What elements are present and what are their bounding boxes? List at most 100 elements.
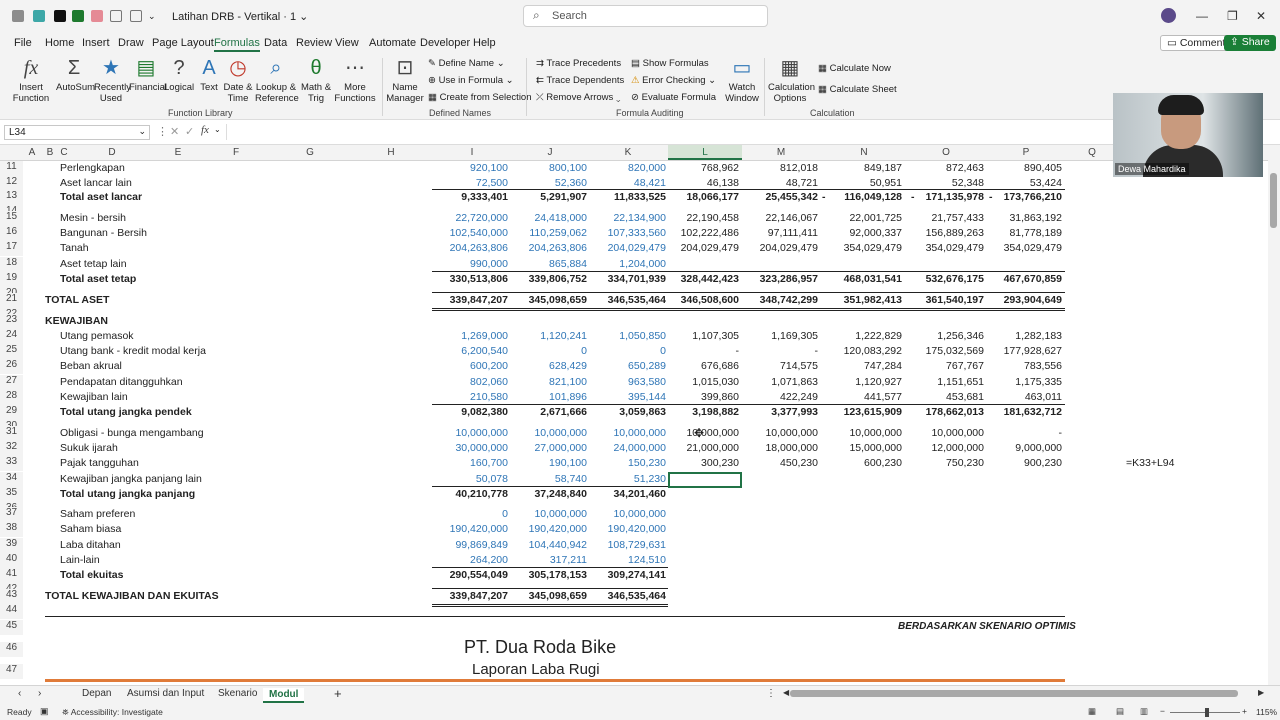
cell-j[interactable]: 1,120,241 [540, 330, 587, 342]
zoom-level[interactable]: 115% [1256, 707, 1277, 717]
cell-m[interactable]: 10,000,000 [765, 427, 818, 439]
row-label[interactable]: Pendapatan ditangguhkan [60, 376, 183, 388]
column-header[interactable]: N [856, 147, 872, 158]
row-label[interactable]: Aset tetap lain [60, 258, 127, 270]
cell-n[interactable]: 120,083,292 [844, 345, 902, 357]
cell-j[interactable]: 190,420,000 [529, 523, 587, 535]
horizontal-scrollbar[interactable] [790, 690, 1238, 697]
show-formulas-button[interactable]: ▤ Show Formulas [631, 58, 709, 69]
tab-draw[interactable]: Draw [118, 37, 144, 49]
cell-k[interactable]: 24,000,000 [613, 442, 666, 454]
column-header[interactable]: J [542, 147, 558, 158]
cell-o[interactable]: 750,230 [946, 457, 984, 469]
cell-m[interactable]: 25,455,342 [765, 191, 818, 203]
cell-i[interactable]: 50,078 [476, 473, 508, 485]
cell-i[interactable]: 1,269,000 [461, 330, 508, 342]
column-header[interactable]: D [102, 147, 122, 158]
cell-j[interactable]: 2,671,666 [540, 406, 587, 418]
row-label[interactable]: Total ekuitas [60, 569, 123, 581]
cell-n[interactable]: 50,951 [870, 177, 902, 189]
row-label[interactable]: Laba ditahan [60, 539, 121, 551]
sheet-tab-depan[interactable]: Depan [82, 688, 111, 699]
column-header[interactable]: I [464, 147, 480, 158]
cell-p[interactable]: 177,928,627 [1004, 345, 1062, 357]
form-icon[interactable] [130, 10, 142, 22]
row-label[interactable]: Mesin - bersih [60, 212, 126, 224]
cell-j[interactable]: 628,429 [549, 360, 587, 372]
cell-k[interactable]: 334,701,939 [608, 273, 666, 285]
calculation-options-button[interactable]: ▦ Calculation Options [768, 56, 815, 104]
cell-j[interactable]: 204,263,806 [529, 242, 587, 254]
row-label[interactable]: Total utang jangka pendek [60, 406, 192, 418]
column-header[interactable]: M [773, 147, 789, 158]
cell-j[interactable]: 101,896 [549, 391, 587, 403]
recently-used-button[interactable]: ★ Recently Used [94, 56, 131, 104]
cell-k[interactable]: 150,230 [628, 457, 666, 469]
create-from-selection-button[interactable]: ▦ Create from Selection [428, 92, 532, 103]
cell-k[interactable]: 10,000,000 [613, 508, 666, 520]
tab-insert[interactable]: Insert [82, 37, 110, 49]
date-time-button[interactable]: ◷ Date & Time [223, 56, 253, 104]
cell-n[interactable]: 123,615,909 [844, 406, 902, 418]
cell-j[interactable]: 190,100 [549, 457, 587, 469]
zoom-out-icon[interactable]: − [1160, 706, 1165, 716]
sheet-tab-modul[interactable]: Modul [263, 688, 305, 703]
row-label[interactable]: Perlengkapan [60, 162, 125, 174]
cell-i[interactable]: 190,420,000 [450, 523, 508, 535]
cell-j[interactable]: 345,098,659 [529, 590, 587, 602]
insert-function-button[interactable]: fx Insert Function [12, 56, 50, 104]
company-title[interactable]: PT. Dua Roda Bike [464, 637, 616, 658]
cell-o[interactable]: 1,151,651 [937, 376, 984, 388]
cell-p[interactable]: 890,405 [1024, 162, 1062, 174]
cell-p[interactable]: 900,230 [1024, 457, 1062, 469]
cell-n[interactable]: 22,001,725 [849, 212, 902, 224]
scroll-left-icon[interactable]: ◀ [783, 688, 789, 697]
cell-j[interactable]: 800,100 [549, 162, 587, 174]
cell-n[interactable]: 10,000,000 [849, 427, 902, 439]
zoom-slider-thumb[interactable] [1205, 708, 1209, 717]
column-header[interactable]: F [228, 147, 244, 158]
cell-k[interactable]: 204,029,479 [608, 242, 666, 254]
cell-j[interactable]: 345,098,659 [529, 294, 587, 306]
cell-l[interactable]: 204,029,479 [681, 242, 739, 254]
column-header[interactable]: E [170, 147, 186, 158]
document-title[interactable]: Latihan DRB - Vertikal · 1 ⌄ [172, 10, 308, 23]
cell-m[interactable]: 204,029,479 [760, 242, 818, 254]
cell-n[interactable]: 600,230 [864, 457, 902, 469]
column-header[interactable]: C [58, 147, 70, 158]
cell-j[interactable]: 821,100 [549, 376, 587, 388]
cell-j[interactable]: 27,000,000 [534, 442, 587, 454]
text-button[interactable]: A Text [197, 56, 221, 93]
cell-n[interactable]: 15,000,000 [849, 442, 902, 454]
restore-button[interactable]: ❐ [1227, 9, 1238, 23]
cell-i[interactable]: 40,210,778 [455, 488, 508, 500]
cell-o[interactable]: 767,767 [946, 360, 984, 372]
cell-k[interactable]: 22,134,900 [613, 212, 666, 224]
cell-i[interactable]: 339,847,207 [450, 590, 508, 602]
row-number[interactable]: 46 [0, 642, 23, 657]
cell-m[interactable]: - [815, 345, 819, 357]
cell-n[interactable]: 92,000,337 [849, 227, 902, 239]
autosum-button[interactable]: Σ AutoSum [56, 56, 95, 93]
cell-n[interactable]: 849,187 [864, 162, 902, 174]
cell-m[interactable]: 97,111,411 [768, 227, 818, 239]
calculate-now-button[interactable]: ▦ Calculate Now [818, 63, 891, 74]
cell-i[interactable]: 9,082,380 [461, 406, 508, 418]
cell-m[interactable]: 450,230 [780, 457, 818, 469]
cell-i[interactable]: 330,513,806 [450, 273, 508, 285]
active-cell-L34[interactable] [668, 472, 742, 488]
cell-j[interactable]: 52,360 [555, 177, 587, 189]
column-header-selected[interactable]: L [668, 145, 742, 160]
cell-i[interactable]: 72,500 [476, 177, 508, 189]
cell-p[interactable]: 81,778,189 [1009, 227, 1062, 239]
cell-j[interactable]: 339,806,752 [529, 273, 587, 285]
financial-button[interactable]: ▤ Financial [129, 56, 167, 93]
scroll-thumb[interactable] [1270, 173, 1277, 228]
next-sheet-icon[interactable]: › [38, 688, 41, 699]
row-label[interactable]: Saham preferen [60, 508, 135, 520]
column-header[interactable]: H [383, 147, 399, 158]
trace-dependents-button[interactable]: ⇇ Trace Dependents [536, 75, 624, 86]
cell-i[interactable]: 210,580 [470, 391, 508, 403]
cell-n[interactable]: 468,031,541 [844, 273, 902, 285]
page-layout-view-icon[interactable]: ▤ [1116, 706, 1124, 717]
